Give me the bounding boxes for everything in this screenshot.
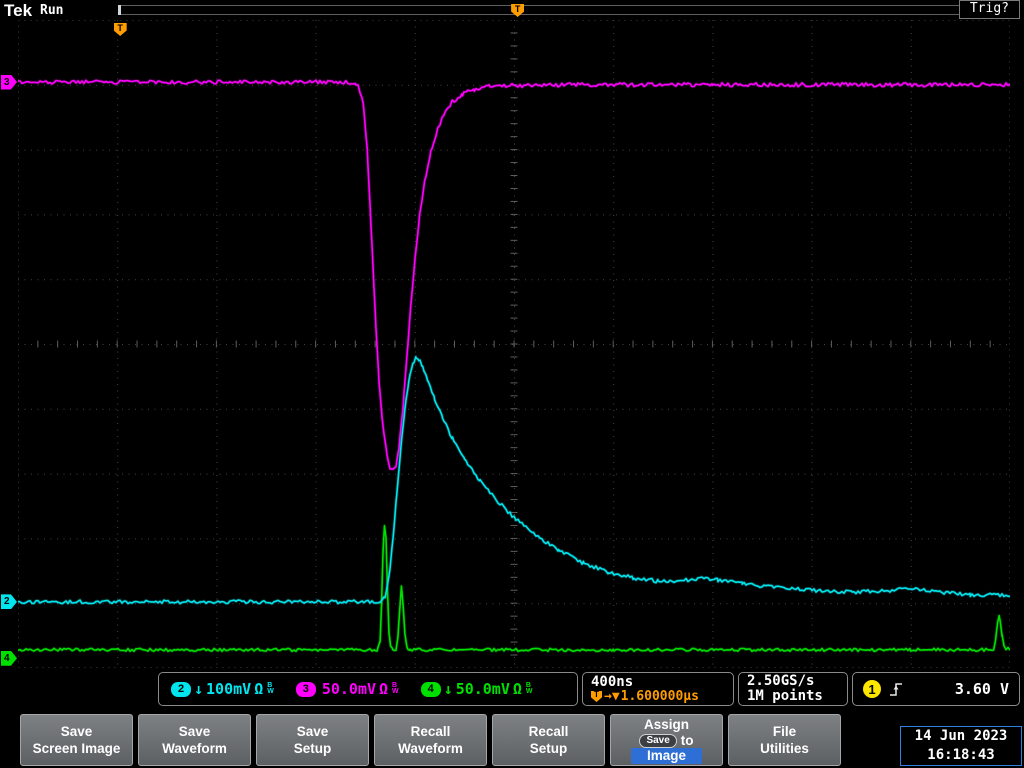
oscilloscope-screen: Tek Run T T Trig? 324 2 ↓ 100mV Ω BW 3 50… (0, 0, 1024, 768)
ch4-readout: 4 ↓ 50.0mV Ω BW (420, 680, 533, 698)
ch4-badge: 4 (420, 681, 441, 697)
ch2-coupling: Ω (254, 680, 264, 698)
time: 16:18:43 (927, 747, 995, 763)
waveform-svg (17, 20, 1012, 668)
ch4-scale: 50.0mV (455, 680, 510, 698)
acquisition-status: Run (40, 3, 64, 18)
channel-4-marker[interactable]: 4 (1, 650, 17, 666)
horizontal-readout-box: 400ns T →▼ 1.600000µs (582, 672, 734, 706)
trigger-readout-box: 1 3.60 V (852, 672, 1020, 706)
rising-edge-icon (890, 683, 902, 696)
tek-logo: Tek (4, 1, 33, 20)
channel-readouts-box: 2 ↓ 100mV Ω BW 3 50.0mV Ω BW 4 ↓ 50.0mV Ω … (158, 672, 578, 706)
timebase-scale: 400ns (591, 673, 634, 690)
channel-2-marker[interactable]: 2 (1, 594, 17, 610)
ch3-badge: 3 (295, 681, 316, 697)
delay-prefix: →▼ (604, 688, 620, 704)
delay-value: 1.600000µs (620, 688, 699, 704)
save-waveform-button[interactable]: Save Waveform (138, 714, 251, 766)
ch3-scale: 50.0mV (321, 680, 377, 698)
sample-rate: 2.50GS/s (747, 673, 815, 689)
ch2-bw-limit-icon: BW (267, 682, 274, 695)
ch4-bw-limit-icon: BW (525, 682, 533, 695)
assign-target-image: Image (630, 748, 703, 764)
record-length: 1M points (747, 688, 823, 704)
record-view-bar (118, 5, 1012, 15)
channel-3-marker[interactable]: 3 (1, 74, 17, 90)
trigger-status-indicator: Trig? (958, 0, 1020, 19)
trigger-delay-icon: T (591, 691, 602, 702)
recall-waveform-button[interactable]: Recall Waveform (374, 714, 487, 766)
trigger-source-badge: 1 (863, 680, 881, 698)
ch3-coupling: Ω (379, 680, 389, 698)
ch2-scale: 100mV (206, 680, 252, 698)
ch3-bw-limit-icon: BW (392, 682, 399, 695)
trace-ch4 (17, 525, 1011, 653)
save-pill: Save (639, 733, 677, 748)
recall-setup-button[interactable]: Recall Setup (492, 714, 605, 766)
trigger-level: 3.60 V (954, 680, 1009, 698)
acquisition-readout-box: 2.50GS/s 1M points (738, 672, 848, 706)
trigger-position-marker[interactable]: T (511, 4, 525, 17)
ch2-readout: 2 ↓ 100mV Ω BW (171, 680, 274, 698)
ch2-badge: 2 (171, 681, 191, 697)
ch4-prefix: ↓ (443, 680, 453, 698)
datetime-box: 14 Jun 2023 16:18:43 (900, 726, 1022, 766)
assign-save-to-image-button[interactable]: Assign Save to Image (610, 714, 723, 766)
save-setup-button[interactable]: Save Setup (256, 714, 369, 766)
trigger-delay-readout: T →▼ 1.600000µs (591, 688, 699, 704)
save-screen-image-button[interactable]: Save Screen Image (20, 714, 133, 766)
ch3-readout: 3 50.0mV Ω BW (295, 680, 399, 698)
date: 14 Jun 2023 (914, 728, 1008, 744)
waveform-display (17, 20, 1012, 668)
file-utilities-button[interactable]: File Utilities (728, 714, 841, 766)
ch4-coupling: Ω (512, 680, 522, 698)
ch2-prefix: ↓ (194, 680, 204, 698)
